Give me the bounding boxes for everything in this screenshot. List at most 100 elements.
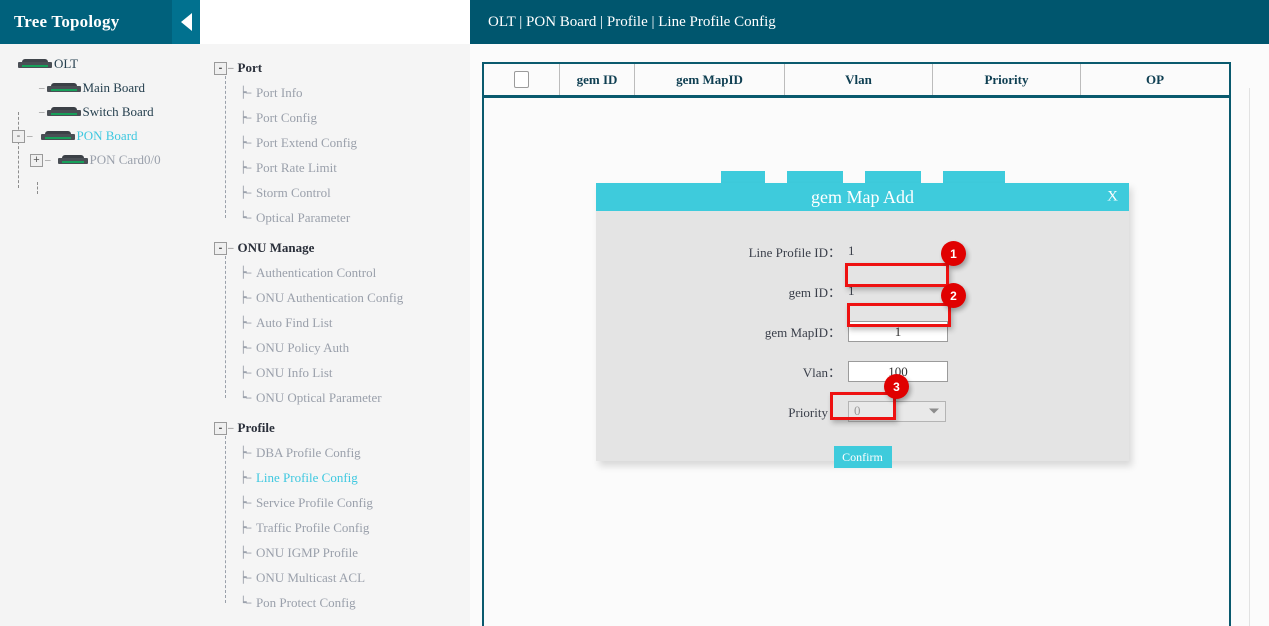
menu-item-label: Line Profile Config (256, 470, 358, 486)
menu-item-list-onu-manage: ┝--Authentication Control ┝--ONU Authent… (214, 260, 470, 410)
tree-node-olt[interactable]: OLT (0, 52, 200, 76)
menu-item-service-profile-config[interactable]: ┝--Service Profile Config (240, 490, 470, 515)
branch-tick-icon: ┝-- (240, 571, 256, 584)
field-label-priority: Priority： (596, 402, 848, 421)
menu-item-port-info[interactable]: ┝--Port Info (240, 80, 470, 105)
top-breadcrumb-bar: OLT | PON Board | Profile | Line Profile… (470, 0, 1269, 44)
annotation-highlight-vlan (847, 303, 951, 327)
branch-tick-icon: ┝-- (240, 86, 256, 99)
branch-tick-icon: ┝-- (240, 186, 256, 199)
tree-node-list: OLT – Main Board – Switch Board (0, 44, 200, 172)
field-label-vlan: Vlan： (596, 362, 848, 381)
menu-group-header-port[interactable]: - – Port (214, 56, 470, 80)
menu-group-title: Profile (238, 420, 275, 436)
branch-tick-icon: ┕-- (240, 596, 256, 609)
left-triangle-icon (181, 13, 192, 31)
tree-node-pon-board[interactable]: - – PON Board (0, 124, 200, 148)
menu-item-label: Auto Find List (256, 315, 333, 331)
collapse-expander-icon[interactable]: - (214, 62, 227, 75)
tree-branch-dash: – (227, 242, 238, 254)
menu-group-title: Port (238, 60, 263, 76)
branch-tick-icon: ┝-- (240, 366, 256, 379)
collapse-expander-icon[interactable]: - (214, 242, 227, 255)
branch-tick-icon: ┝-- (240, 161, 256, 174)
menu-item-pon-protect-config[interactable]: ┕--Pon Protect Config (240, 590, 470, 615)
table-header-gem-id: gem ID (560, 64, 635, 95)
menu-group-header-profile[interactable]: - – Profile (214, 416, 470, 440)
menu-group-header-onu-manage[interactable]: - – ONU Manage (214, 236, 470, 260)
field-label-gem-mapid: gem MapID： (596, 322, 848, 341)
menu-item-label: DBA Profile Config (256, 445, 361, 461)
menu-item-onu-optical-parameter[interactable]: ┕--ONU Optical Parameter (240, 385, 470, 410)
menu-item-onu-multicast-acl[interactable]: ┝--ONU Multicast ACL (240, 565, 470, 590)
menu-item-label: Port Config (256, 110, 317, 126)
field-row-vlan: Vlan： 100 (596, 351, 1129, 391)
branch-tick-icon: ┝-- (240, 546, 256, 559)
menu-item-label: ONU Multicast ACL (256, 570, 365, 586)
branch-tick-icon: ┝-- (240, 341, 256, 354)
breadcrumb: OLT | PON Board | Profile | Line Profile… (470, 14, 776, 31)
menu-item-authentication-control[interactable]: ┝--Authentication Control (240, 260, 470, 285)
tree-branch-dash: – (227, 62, 238, 74)
dialog-title: gem Map Add (811, 187, 914, 208)
branch-tick-icon: ┝-- (240, 316, 256, 329)
branch-tick-icon: ┝-- (240, 521, 256, 534)
menu-item-onu-info-list[interactable]: ┝--ONU Info List (240, 360, 470, 385)
menu-item-onu-policy-auth[interactable]: ┝--ONU Policy Auth (240, 335, 470, 360)
annotation-badge-1: 1 (941, 241, 966, 266)
tree-node-main-board[interactable]: – Main Board (0, 76, 200, 100)
menu-item-port-config[interactable]: ┝--Port Config (240, 105, 470, 130)
tree-node-label: Switch Board (83, 104, 154, 120)
tree-node-label: PON Board (77, 128, 138, 144)
table-header-select-all (484, 64, 560, 95)
confirm-button[interactable]: Confirm (834, 446, 892, 468)
menu-item-label: Traffic Profile Config (256, 520, 369, 536)
panel-divider (1249, 88, 1250, 626)
table-header-priority: Priority (933, 64, 1081, 95)
menu-item-label: Port Extend Config (256, 135, 357, 151)
menu-item-label: Pon Protect Config (256, 595, 356, 611)
menu-item-dba-profile-config[interactable]: ┝--DBA Profile Config (240, 440, 470, 465)
tree-topology-panel: Tree Topology OLT – Main Board (0, 0, 200, 626)
close-icon[interactable]: X (1107, 189, 1118, 206)
collapse-expander-icon[interactable]: - (214, 422, 227, 435)
menu-group-profile: - – Profile ┝--DBA Profile Config ┝--Lin… (214, 416, 470, 615)
branch-tick-icon: ┝-- (240, 111, 256, 124)
menu-item-optical-parameter[interactable]: ┕--Optical Parameter (240, 205, 470, 230)
expand-expander-icon[interactable]: + (30, 154, 43, 167)
table-header-op: OP (1081, 64, 1229, 95)
menu-group-title: ONU Manage (238, 240, 315, 256)
device-icon (47, 107, 81, 118)
device-icon (18, 59, 52, 70)
menu-item-list-profile: ┝--DBA Profile Config ┝--Line Profile Co… (214, 440, 470, 615)
tree-branch-dash: – (227, 422, 238, 434)
menu-item-label: Authentication Control (256, 265, 376, 281)
menu-item-port-extend-config[interactable]: ┝--Port Extend Config (240, 130, 470, 155)
menu-item-label: Optical Parameter (256, 210, 350, 226)
menu-item-onu-authentication-config[interactable]: ┝--ONU Authentication Config (240, 285, 470, 310)
branch-tick-icon: ┕-- (240, 211, 256, 224)
menu-item-line-profile-config[interactable]: ┝--Line Profile Config (240, 465, 470, 490)
tree-node-label: Main Board (83, 80, 145, 96)
tree-node-pon-card[interactable]: + – PON Card0/0 (0, 148, 200, 172)
field-label-line-profile-id: Line Profile ID： (596, 242, 848, 261)
annotation-badge-2: 2 (941, 283, 966, 308)
annotation-badge-3: 3 (884, 374, 909, 399)
menu-item-list-port: ┝--Port Info ┝--Port Config ┝--Port Exte… (214, 80, 470, 230)
sidebar-collapse-button[interactable] (172, 0, 200, 44)
collapse-expander-icon[interactable]: - (12, 130, 25, 143)
menu-item-storm-control[interactable]: ┝--Storm Control (240, 180, 470, 205)
menu-item-port-rate-limit[interactable]: ┝--Port Rate Limit (240, 155, 470, 180)
menu-item-label: Storm Control (256, 185, 331, 201)
tree-node-switch-board[interactable]: – Switch Board (0, 100, 200, 124)
menu-item-onu-igmp-profile[interactable]: ┝--ONU IGMP Profile (240, 540, 470, 565)
dialog-footer: Confirm (596, 446, 1129, 468)
tree-branch-dash: – (37, 106, 47, 118)
menu-item-auto-find-list[interactable]: ┝--Auto Find List (240, 310, 470, 335)
menu-item-traffic-profile-config[interactable]: ┝--Traffic Profile Config (240, 515, 470, 540)
branch-tick-icon: ┝-- (240, 266, 256, 279)
menu-item-label: ONU Info List (256, 365, 333, 381)
tree-connector (37, 182, 38, 194)
annotation-highlight-confirm (830, 392, 896, 420)
checkbox-icon[interactable] (514, 71, 529, 88)
